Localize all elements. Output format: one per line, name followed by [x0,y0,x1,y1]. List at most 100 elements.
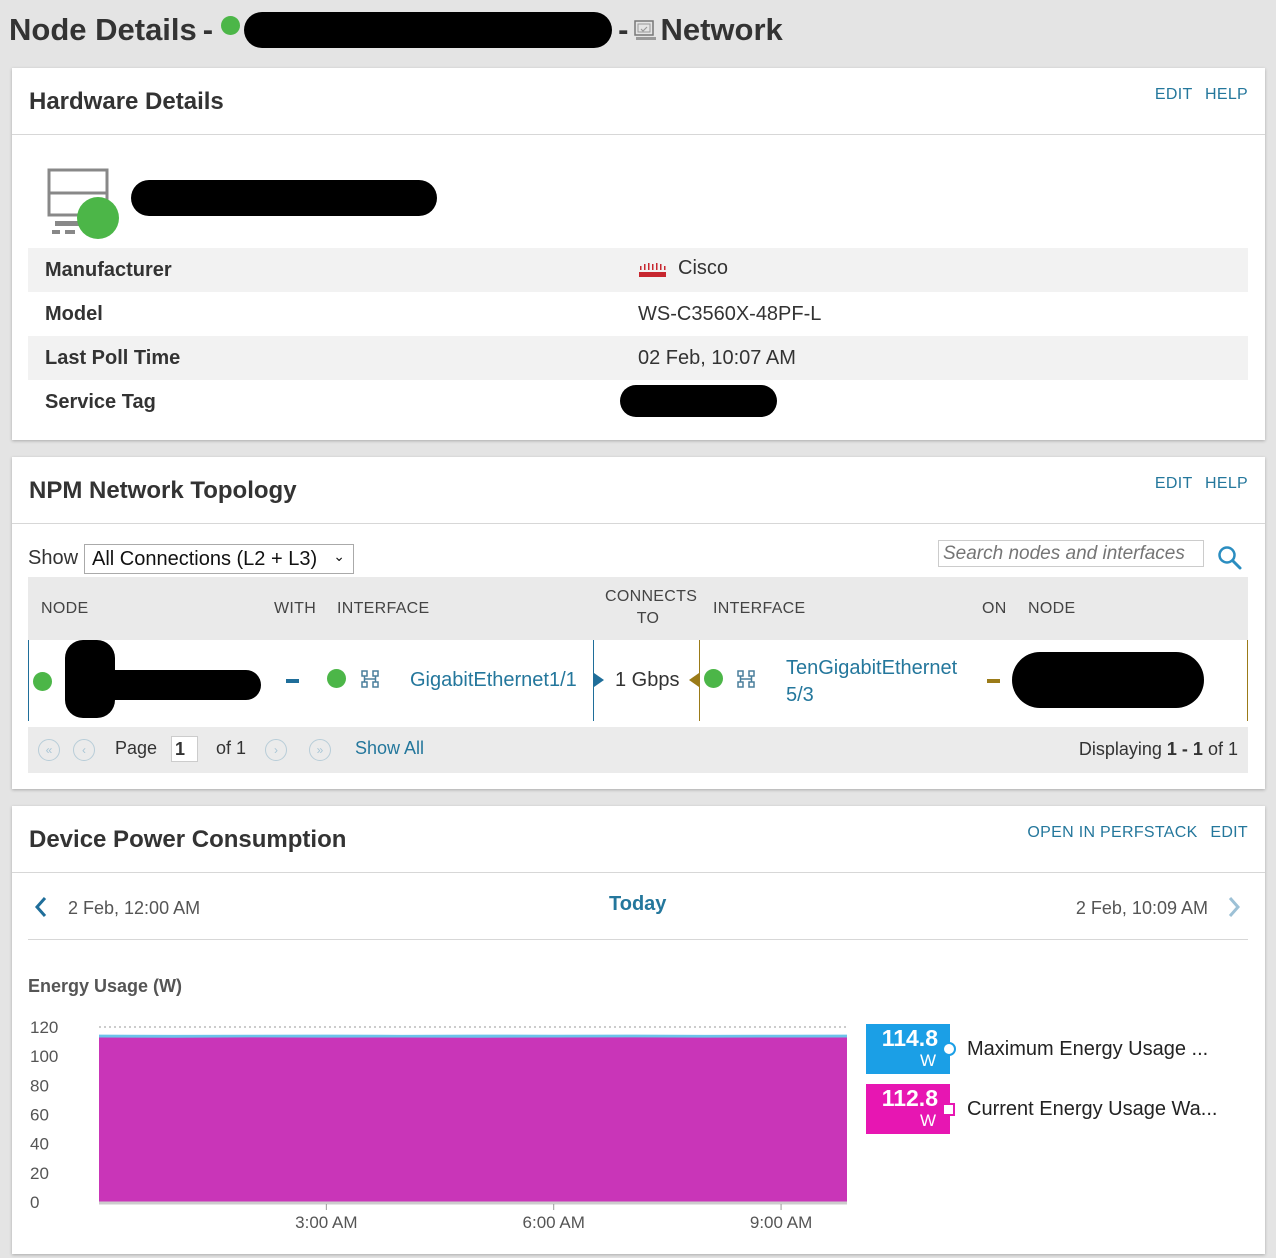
connection-divider-2 [699,640,700,721]
remote-interface-status-icon [704,669,723,688]
series-current-area [99,1037,847,1202]
legend-current-label[interactable]: Current Energy Usage Wa... [967,1098,1217,1121]
chevron-down-icon: ⌄ [333,548,345,564]
page-number-input[interactable]: 1 [171,736,198,762]
device-icon [47,168,123,240]
hardware-details-panel: Hardware Details EDIT HELP Manufacturer [12,68,1265,440]
link-dash-icon [286,679,299,683]
connection-filter-select[interactable]: All Connections (L2 + L3) ⌄ [84,544,354,574]
chevron-left-icon[interactable] [34,895,48,919]
col-node: NODE [41,600,89,617]
hw-row-model: Model WS-C3560X-48PF-L [28,292,1248,336]
col-node-remote: NODE [1028,600,1076,617]
pagination-bar: « ‹ Page 1 of 1 › » Show All Displaying … [28,727,1248,773]
col-interface-remote: INTERFACE [713,600,806,617]
range-end: 2 Feb, 10:09 AM [1075,898,1208,918]
topology-table-header: NODE WITH INTERFACE CONNECTS TO INTERFAC… [28,577,1248,640]
edit-link[interactable]: EDIT [1155,86,1192,103]
col-on: ON [982,600,1007,617]
displaying-label: Displaying [1078,739,1162,759]
show-label: Show [28,547,79,569]
power-header: Device Power Consumption OPEN IN PERFSTA… [12,806,1265,873]
arrow-right-icon [594,673,604,687]
hw-value: WS-C3560X-48PF-L [638,303,822,325]
panel-links: EDIT HELP [1147,475,1248,493]
link-speed: 1 Gbps [615,669,680,691]
x-tick-label: 3:00 AM [295,1213,357,1232]
panel-links: OPEN IN PERFSTACK EDIT [1019,824,1248,842]
power-consumption-panel: Device Power Consumption OPEN IN PERFSTA… [12,806,1265,1254]
help-link[interactable]: HELP [1205,86,1248,103]
hw-label: Manufacturer [45,259,172,281]
last-page-icon[interactable]: » [309,739,331,761]
legend-max-value: 114.8 [881,1025,938,1051]
page-title: Node Details - - Network [9,10,783,50]
show-all-link[interactable]: Show All [355,738,424,759]
hw-row-manufacturer: Manufacturer Cisco [28,248,1248,292]
y-tick-label: 20 [30,1164,49,1183]
redacted-node-name [244,12,613,48]
panel-title: Device Power Consumption [29,826,347,853]
x-tick-label: 6:00 AM [523,1213,585,1232]
next-page-icon[interactable]: › [265,739,287,761]
range-label[interactable]: Today [609,893,666,916]
local-interface-link[interactable]: GigabitEthernet1/1 [410,669,577,692]
y-tick-label: 60 [30,1106,49,1125]
interface-status-icon [327,669,346,688]
col-connects-line1: CONNECTS [605,588,698,605]
remote-link-dash-icon [987,679,1000,683]
cisco-logo-icon [638,261,668,277]
col-with: WITH [274,600,317,617]
displaying-total: of 1 [1207,739,1238,759]
topology-header: NPM Network Topology EDIT HELP [12,457,1265,524]
search-icon[interactable] [1217,545,1243,571]
legend-current-value: 112.8 [881,1085,938,1111]
first-page-icon[interactable]: « [38,739,60,761]
remote-interface-line2: 5/3 [786,684,814,706]
legend-current-marker-icon [942,1103,955,1116]
chart-title: Energy Usage (W) [28,976,183,996]
energy-usage-chart: 120 100 80 60 40 20 0 3:00 AM 6:00 AM 9:00 AM [30,1018,847,1232]
edit-link[interactable]: EDIT [1210,824,1248,841]
network-topology-panel: NPM Network Topology EDIT HELP Show All … [12,457,1265,789]
node-status-icon [33,672,52,691]
search-nodes-input[interactable] [938,540,1204,567]
x-tick-label: 9:00 AM [750,1213,812,1232]
col-connects-line2: TO [636,610,660,627]
hardware-details-header: Hardware Details EDIT HELP [12,68,1265,135]
page-of: of 1 [216,738,247,758]
legend-max-label[interactable]: Maximum Energy Usage ... [967,1038,1208,1061]
range-divider [28,939,1248,940]
redacted-remote-node [1012,652,1204,708]
displaying-range: 1 - 1 [1166,739,1203,759]
remote-interface-link[interactable]: TenGigabitEthernet 5/3 [786,655,957,709]
displaying-summary: Displaying 1 - 1 of 1 [1079,739,1238,760]
chevron-right-icon[interactable] [1227,895,1241,919]
remote-interface-line1: TenGigabitEthernet [786,657,958,679]
col-connects-to: CONNECTS TO [605,588,698,628]
node-status-icon [221,15,241,35]
prev-page-icon[interactable]: ‹ [73,739,95,761]
title-separator-2: - [618,12,629,47]
panel-title: Hardware Details [29,88,224,115]
y-tick-label: 80 [30,1076,49,1095]
y-tick-label: 40 [30,1135,49,1154]
y-tick-label: 0 [30,1193,39,1212]
panel-links: EDIT HELP [1147,86,1248,104]
remote-interface-icon [736,670,758,688]
select-value: All Connections (L2 + L3) [92,548,318,570]
edit-link[interactable]: EDIT [1155,475,1192,492]
y-tick-label: 120 [30,1018,58,1037]
redacted-service-tag [620,385,777,417]
hw-label: Last Poll Time [45,347,181,369]
col-interface: INTERFACE [337,600,430,617]
arrow-left-icon [689,673,699,687]
hw-label: Service Tag [45,391,156,413]
legend-current-unit: W [919,1111,936,1130]
hw-value: Cisco [638,257,728,280]
page-title-suffix: Network [660,12,783,47]
hw-value: 02 Feb, 10:07 AM [638,347,796,369]
open-perfstack-link[interactable]: OPEN IN PERFSTACK [1027,824,1197,841]
hw-row-last-poll: Last Poll Time 02 Feb, 10:07 AM [28,336,1248,380]
help-link[interactable]: HELP [1205,475,1248,492]
